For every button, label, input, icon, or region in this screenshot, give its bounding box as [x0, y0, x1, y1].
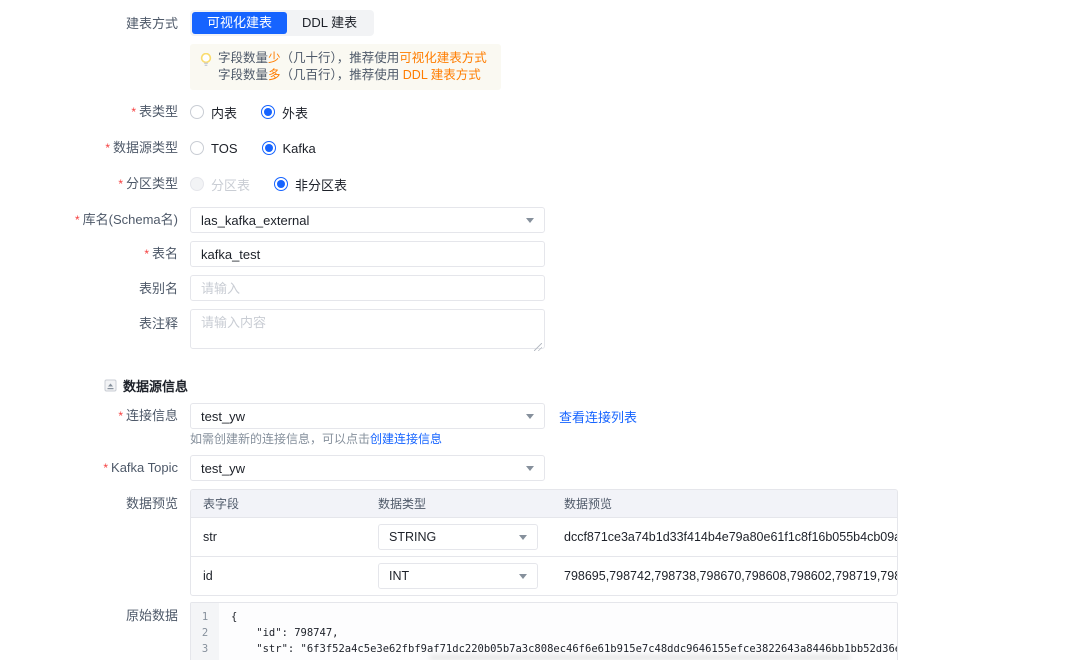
line-number-gutter: 1 2 3 4 — [191, 603, 219, 660]
partition-type-label: 分区类型 — [125, 176, 178, 191]
creation-method-row: 建表方式 可视化建表 DDL 建表 — [0, 10, 1080, 36]
chevron-down-icon — [519, 573, 527, 579]
tab-ddl-create[interactable]: DDL 建表 — [287, 12, 372, 34]
code-line: "id": 798747, — [231, 627, 339, 639]
tip-box: 字段数量少（几十行），推荐使用可视化建表方式 字段数量多（几百行），推荐使用 D… — [190, 44, 501, 90]
create-connection-link[interactable]: 创建连接信息 — [370, 432, 442, 446]
required-mark: * — [144, 247, 149, 261]
required-mark: * — [105, 141, 110, 155]
table-type-row: * 表类型 内表 外表 — [0, 102, 1080, 122]
kafka-topic-value: test_yw — [201, 460, 246, 476]
code-line: { — [231, 611, 238, 623]
connection-row: * 连接信息 test_yw 查看连接列表 — [0, 403, 1080, 429]
datasource-section-title: 数据源信息 — [123, 379, 189, 394]
column-header-field: 表字段 — [203, 497, 240, 511]
connection-helper-row: 如需创建新的连接信息，可以点击创建连接信息 — [0, 431, 1080, 447]
data-preview-table: 表字段 数据类型 数据预览 str STRING dccf871ce3a74b1… — [190, 489, 898, 596]
schema-name-value: las_kafka_external — [201, 212, 310, 228]
radio-internal-table[interactable]: 内表 — [190, 103, 237, 122]
footer-bar-shadow — [430, 652, 850, 660]
connection-label: 连接信息 — [125, 408, 178, 423]
partition-type-row: * 分区类型 分区表 非分区表 — [0, 174, 1080, 194]
table-type-label: 表类型 — [138, 104, 178, 119]
radio-kafka[interactable]: Kafka — [261, 141, 316, 156]
creation-method-label: 建表方式 — [125, 15, 178, 31]
required-mark: * — [74, 213, 80, 227]
table-alias-row: 表别名 — [0, 275, 1080, 301]
kafka-topic-row: * Kafka Topic test_yw — [0, 455, 1080, 481]
radio-disabled-icon — [190, 177, 204, 191]
resize-handle-icon[interactable] — [534, 343, 542, 351]
radio-external-table[interactable]: 外表 — [261, 103, 308, 122]
data-type-select[interactable]: INT — [378, 563, 538, 589]
radio-icon — [190, 105, 204, 119]
table-name-label: 表名 — [151, 246, 178, 261]
creation-method-tab-group: 可视化建表 DDL 建表 — [190, 10, 375, 36]
datasource-type-row: * 数据源类型 TOS Kafka — [0, 138, 1080, 158]
radio-selected-icon — [261, 105, 276, 119]
datasource-type-label: 数据源类型 — [112, 140, 178, 155]
preview-value: 798695,798742,798738,798670,798608,79860… — [564, 569, 897, 583]
table-name-row: * 表名 — [0, 241, 1080, 267]
radio-non-partitioned[interactable]: 非分区表 — [274, 175, 347, 194]
required-mark: * — [118, 177, 123, 191]
kafka-topic-select[interactable]: test_yw — [190, 455, 545, 481]
radio-selected-icon — [261, 141, 276, 155]
column-header-preview: 数据预览 — [564, 497, 613, 511]
table-comment-label: 表注释 — [138, 316, 178, 331]
table-row: str STRING dccf871ce3a74b1d33f414b4e79a8… — [191, 517, 897, 556]
radio-partitioned: 分区表 — [190, 175, 250, 194]
field-name: id — [203, 569, 213, 583]
table-row: id INT 798695,798742,798738,798670,79860… — [191, 556, 897, 595]
data-preview-row: 数据预览 表字段 数据类型 数据预览 str STRING dccf871ce3… — [0, 489, 1080, 596]
tip-row: 字段数量少（几十行），推荐使用可视化建表方式 字段数量多（几百行），推荐使用 D… — [0, 44, 1080, 90]
datasource-section-header: 数据源信息 — [0, 376, 1080, 395]
table-comment-row: 表注释 — [0, 309, 1080, 354]
radio-icon — [190, 141, 204, 155]
required-mark: * — [118, 409, 123, 423]
preview-value: dccf871ce3a74b1d33f414b4e79a80e61f1c8f16… — [564, 530, 897, 544]
table-alias-label: 表别名 — [138, 280, 178, 296]
schema-name-row: * 库名(Schema名) las_kafka_external — [0, 207, 1080, 233]
field-name: str — [203, 530, 217, 544]
data-preview-label: 数据预览 — [125, 496, 178, 511]
column-header-type: 数据类型 — [378, 497, 427, 511]
required-mark: * — [103, 461, 109, 475]
required-mark: * — [131, 105, 136, 119]
chevron-down-icon — [519, 534, 527, 540]
radio-tos[interactable]: TOS — [190, 141, 238, 156]
chevron-down-icon — [526, 217, 534, 223]
schema-name-label: 库名(Schema名) — [82, 212, 178, 227]
table-alias-input[interactable] — [190, 275, 545, 301]
kafka-topic-label: Kafka Topic — [111, 460, 178, 475]
tab-visual-create[interactable]: 可视化建表 — [192, 12, 288, 34]
radio-selected-icon — [274, 177, 289, 191]
chevron-down-icon — [526, 465, 534, 471]
schema-name-select[interactable]: las_kafka_external — [190, 207, 545, 233]
table-name-input[interactable] — [190, 241, 545, 267]
table-comment-textarea[interactable] — [190, 309, 545, 349]
connection-select[interactable]: test_yw — [190, 403, 545, 429]
data-type-select[interactable]: STRING — [378, 524, 538, 550]
raw-data-label: 原始数据 — [125, 608, 178, 623]
connection-helper-text: 如需创建新的连接信息，可以点击创建连接信息 — [190, 432, 443, 446]
view-connection-list-link[interactable]: 查看连接列表 — [559, 407, 637, 426]
table-header-row: 表字段 数据类型 数据预览 — [191, 490, 897, 517]
connection-value: test_yw — [201, 408, 246, 424]
create-table-form: 建表方式 可视化建表 DDL 建表 字段数量少（几十行），推荐使用可视化建表方式… — [0, 0, 1080, 660]
lightbulb-icon — [200, 52, 212, 72]
chevron-down-icon — [526, 413, 534, 419]
tip-text: 字段数量少（几十行），推荐使用可视化建表方式 字段数量多（几百行），推荐使用 D… — [218, 51, 487, 82]
section-collapse-icon[interactable] — [104, 379, 117, 392]
